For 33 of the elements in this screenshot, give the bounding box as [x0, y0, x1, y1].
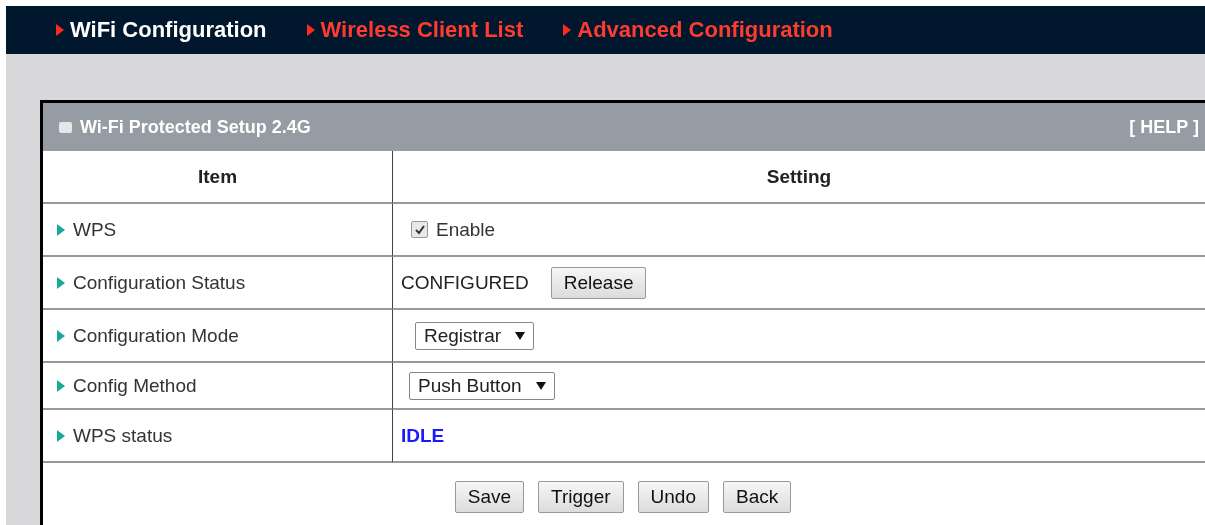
enable-checkbox[interactable] [411, 221, 428, 238]
release-button[interactable]: Release [550, 266, 647, 299]
row-label: Configuration Mode [73, 324, 239, 347]
triangle-icon [563, 24, 572, 36]
dropdown[interactable]: Registrar [415, 321, 535, 350]
square-icon [59, 121, 72, 133]
nav-tab[interactable]: Wireless Client List [306, 17, 524, 43]
checkbox-label: Enable [436, 218, 496, 241]
action-button[interactable]: Trigger [538, 481, 624, 513]
dropdown[interactable]: Push Button [409, 371, 555, 400]
column-header: Setting [766, 165, 832, 188]
nav-tab[interactable]: WiFi Configuration [56, 17, 267, 43]
triangle-icon [57, 276, 65, 289]
status-value: CONFIGURED [401, 271, 529, 294]
action-button[interactable]: Save [454, 481, 525, 513]
action-button[interactable]: Undo [637, 481, 709, 513]
action-button[interactable]: Back [723, 481, 792, 513]
panel-title: Wi-Fi Protected Setup 2.4G [80, 116, 312, 138]
caret-icon [535, 381, 546, 390]
row-label: Configuration Status [73, 271, 246, 294]
status-value: IDLE [401, 424, 445, 447]
triangle-icon [306, 24, 315, 36]
triangle-icon [57, 223, 65, 236]
triangle-icon [56, 24, 64, 36]
caret-icon [515, 331, 526, 340]
nav-tab[interactable]: Advanced Configuration [563, 17, 833, 43]
row-label: WPS [73, 218, 117, 241]
row-label: WPS status [73, 424, 173, 447]
triangle-icon [57, 429, 65, 442]
triangle-icon [57, 379, 65, 392]
column-header: Item [197, 165, 238, 188]
triangle-icon [57, 329, 65, 342]
row-label: Config Method [73, 374, 197, 397]
